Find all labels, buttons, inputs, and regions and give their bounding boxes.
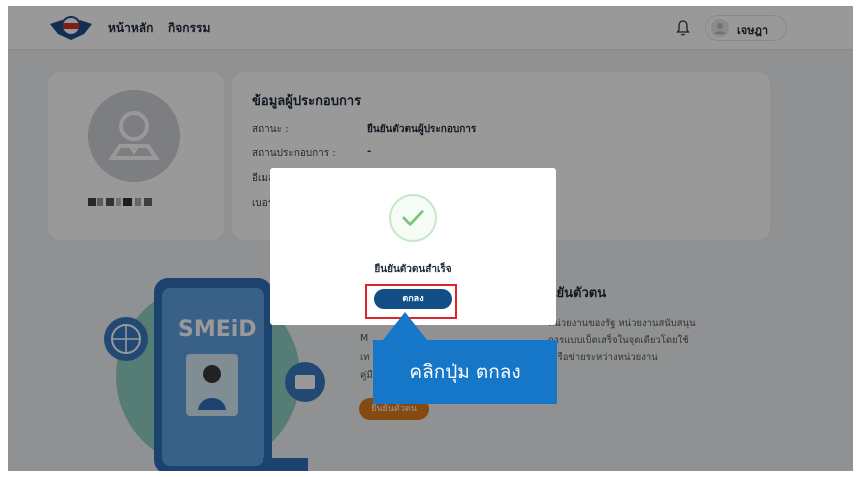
callout-text: คลิกปุ่ม ตกลง [409, 361, 521, 383]
check-icon [389, 194, 437, 242]
app-frame: หน้าหลัก กิจกรรม เจษฎา ข้อมูลผู้ประกอบกา… [8, 6, 853, 471]
instruction-callout: คลิกปุ่ม ตกลง [373, 340, 557, 404]
success-message: ยืนยันตัวตนสำเร็จ [374, 264, 452, 275]
callout-arrow [383, 312, 427, 340]
